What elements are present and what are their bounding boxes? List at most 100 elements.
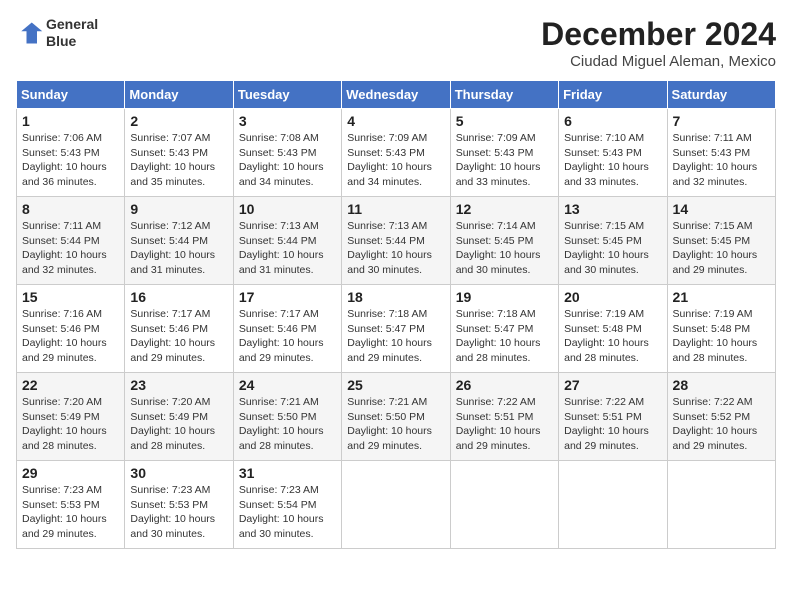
header-sunday: Sunday: [17, 81, 125, 109]
day-info: Sunrise: 7:08 AMSunset: 5:43 PMDaylight:…: [239, 132, 324, 188]
day-cell-27: 27 Sunrise: 7:22 AMSunset: 5:51 PMDayligh…: [559, 373, 667, 461]
header-row: SundayMondayTuesdayWednesdayThursdayFrid…: [17, 81, 776, 109]
day-cell-19: 19 Sunrise: 7:18 AMSunset: 5:47 PMDayligh…: [450, 285, 558, 373]
logo-icon: [16, 19, 44, 47]
day-number: 29: [22, 465, 119, 481]
day-number: 14: [673, 201, 770, 217]
day-info: Sunrise: 7:06 AMSunset: 5:43 PMDaylight:…: [22, 132, 107, 188]
day-info: Sunrise: 7:09 AMSunset: 5:43 PMDaylight:…: [456, 132, 541, 188]
day-cell-9: 9 Sunrise: 7:12 AMSunset: 5:44 PMDaylight…: [125, 197, 233, 285]
day-number: 8: [22, 201, 119, 217]
day-cell-13: 13Sunrise: 7:15 AMSunset: 5:45 PMDayligh…: [559, 197, 667, 285]
day-info: Sunrise: 7:18 AMSunset: 5:47 PMDaylight:…: [456, 308, 541, 364]
day-number: 16: [130, 289, 227, 305]
calendar-table: SundayMondayTuesdayWednesdayThursdayFrid…: [16, 80, 776, 549]
month-title: December 2024: [541, 16, 776, 53]
day-info: Sunrise: 7:07 AMSunset: 5:43 PMDaylight:…: [130, 132, 215, 188]
day-info: Sunrise: 7:23 AMSunset: 5:53 PMDaylight:…: [22, 484, 107, 540]
day-info: Sunrise: 7:10 AMSunset: 5:43 PMDaylight:…: [564, 132, 649, 188]
day-number: 27: [564, 377, 661, 393]
day-number: 19: [456, 289, 553, 305]
day-number: 26: [456, 377, 553, 393]
day-cell-10: 10 Sunrise: 7:13 AMSunset: 5:44 PMDayligh…: [233, 197, 341, 285]
day-info: Sunrise: 7:20 AMSunset: 5:49 PMDaylight:…: [22, 396, 107, 452]
day-number: 11: [347, 201, 444, 217]
logo: General Blue: [16, 16, 98, 50]
logo-text: General Blue: [46, 16, 98, 50]
day-number: 24: [239, 377, 336, 393]
calendar-body: 1 Sunrise: 7:06 AMSunset: 5:43 PMDaylight…: [17, 109, 776, 549]
day-cell-15: 15 Sunrise: 7:16 AMSunset: 5:46 PMDayligh…: [17, 285, 125, 373]
header-thursday: Thursday: [450, 81, 558, 109]
day-cell-12: 12 Sunrise: 7:14 AMSunset: 5:45 PMDayligh…: [450, 197, 558, 285]
day-number: 7: [673, 113, 770, 129]
day-info: Sunrise: 7:11 AMSunset: 5:44 PMDaylight:…: [22, 220, 107, 276]
day-cell-22: 22 Sunrise: 7:20 AMSunset: 5:49 PMDayligh…: [17, 373, 125, 461]
day-info: Sunrise: 7:13 AMSunset: 5:44 PMDaylight:…: [239, 220, 324, 276]
day-info: Sunrise: 7:11 AMSunset: 5:43 PMDaylight:…: [673, 132, 758, 188]
day-cell-30: 30 Sunrise: 7:23 AMSunset: 5:53 PMDayligh…: [125, 461, 233, 549]
day-info: Sunrise: 7:23 AMSunset: 5:54 PMDaylight:…: [239, 484, 324, 540]
empty-cell: [450, 461, 558, 549]
day-cell-21: 21 Sunrise: 7:19 AMSunset: 5:48 PMDayligh…: [667, 285, 775, 373]
day-number: 20: [564, 289, 661, 305]
day-number: 25: [347, 377, 444, 393]
day-cell-7: 7 Sunrise: 7:11 AMSunset: 5:43 PMDaylight…: [667, 109, 775, 197]
day-info: Sunrise: 7:20 AMSunset: 5:49 PMDaylight:…: [130, 396, 215, 452]
day-number: 12: [456, 201, 553, 217]
day-number: 10: [239, 201, 336, 217]
day-number: 15: [22, 289, 119, 305]
day-info: Sunrise: 7:16 AMSunset: 5:46 PMDaylight:…: [22, 308, 107, 364]
day-number: 13: [564, 201, 661, 217]
day-number: 31: [239, 465, 336, 481]
day-cell-24: 24 Sunrise: 7:21 AMSunset: 5:50 PMDayligh…: [233, 373, 341, 461]
week-row-4: 22 Sunrise: 7:20 AMSunset: 5:49 PMDayligh…: [17, 373, 776, 461]
day-cell-25: 25 Sunrise: 7:21 AMSunset: 5:50 PMDayligh…: [342, 373, 450, 461]
day-cell-4: 4 Sunrise: 7:09 AMSunset: 5:43 PMDaylight…: [342, 109, 450, 197]
day-info: Sunrise: 7:21 AMSunset: 5:50 PMDaylight:…: [347, 396, 432, 452]
day-number: 9: [130, 201, 227, 217]
calendar-header: SundayMondayTuesdayWednesdayThursdayFrid…: [17, 81, 776, 109]
header-tuesday: Tuesday: [233, 81, 341, 109]
empty-cell: [667, 461, 775, 549]
day-info: Sunrise: 7:09 AMSunset: 5:43 PMDaylight:…: [347, 132, 432, 188]
day-cell-6: 6Sunrise: 7:10 AMSunset: 5:43 PMDaylight…: [559, 109, 667, 197]
day-cell-31: 31 Sunrise: 7:23 AMSunset: 5:54 PMDayligh…: [233, 461, 341, 549]
day-info: Sunrise: 7:23 AMSunset: 5:53 PMDaylight:…: [130, 484, 215, 540]
day-info: Sunrise: 7:19 AMSunset: 5:48 PMDaylight:…: [673, 308, 758, 364]
day-info: Sunrise: 7:14 AMSunset: 5:45 PMDaylight:…: [456, 220, 541, 276]
day-number: 5: [456, 113, 553, 129]
day-cell-1: 1 Sunrise: 7:06 AMSunset: 5:43 PMDaylight…: [17, 109, 125, 197]
day-info: Sunrise: 7:21 AMSunset: 5:50 PMDaylight:…: [239, 396, 324, 452]
day-cell-14: 14Sunrise: 7:15 AMSunset: 5:45 PMDayligh…: [667, 197, 775, 285]
day-number: 21: [673, 289, 770, 305]
day-number: 4: [347, 113, 444, 129]
day-cell-8: 8 Sunrise: 7:11 AMSunset: 5:44 PMDaylight…: [17, 197, 125, 285]
day-number: 22: [22, 377, 119, 393]
day-number: 23: [130, 377, 227, 393]
header-friday: Friday: [559, 81, 667, 109]
location-title: Ciudad Miguel Aleman, Mexico: [541, 53, 776, 70]
day-info: Sunrise: 7:22 AMSunset: 5:51 PMDaylight:…: [564, 396, 649, 452]
day-info: Sunrise: 7:12 AMSunset: 5:44 PMDaylight:…: [130, 220, 215, 276]
week-row-3: 15 Sunrise: 7:16 AMSunset: 5:46 PMDayligh…: [17, 285, 776, 373]
day-number: 1: [22, 113, 119, 129]
logo-line2: Blue: [46, 33, 98, 50]
logo-line1: General: [46, 16, 98, 33]
day-number: 17: [239, 289, 336, 305]
day-info: Sunrise: 7:22 AMSunset: 5:52 PMDaylight:…: [673, 396, 758, 452]
day-info: Sunrise: 7:18 AMSunset: 5:47 PMDaylight:…: [347, 308, 432, 364]
day-cell-26: 26Sunrise: 7:22 AMSunset: 5:51 PMDayligh…: [450, 373, 558, 461]
day-number: 18: [347, 289, 444, 305]
day-info: Sunrise: 7:19 AMSunset: 5:48 PMDaylight:…: [564, 308, 649, 364]
empty-cell: [559, 461, 667, 549]
day-cell-23: 23 Sunrise: 7:20 AMSunset: 5:49 PMDayligh…: [125, 373, 233, 461]
day-cell-29: 29 Sunrise: 7:23 AMSunset: 5:53 PMDayligh…: [17, 461, 125, 549]
header-saturday: Saturday: [667, 81, 775, 109]
day-info: Sunrise: 7:17 AMSunset: 5:46 PMDaylight:…: [239, 308, 324, 364]
week-row-1: 1 Sunrise: 7:06 AMSunset: 5:43 PMDaylight…: [17, 109, 776, 197]
day-cell-3: 3Sunrise: 7:08 AMSunset: 5:43 PMDaylight…: [233, 109, 341, 197]
day-number: 30: [130, 465, 227, 481]
empty-cell: [342, 461, 450, 549]
header-wednesday: Wednesday: [342, 81, 450, 109]
